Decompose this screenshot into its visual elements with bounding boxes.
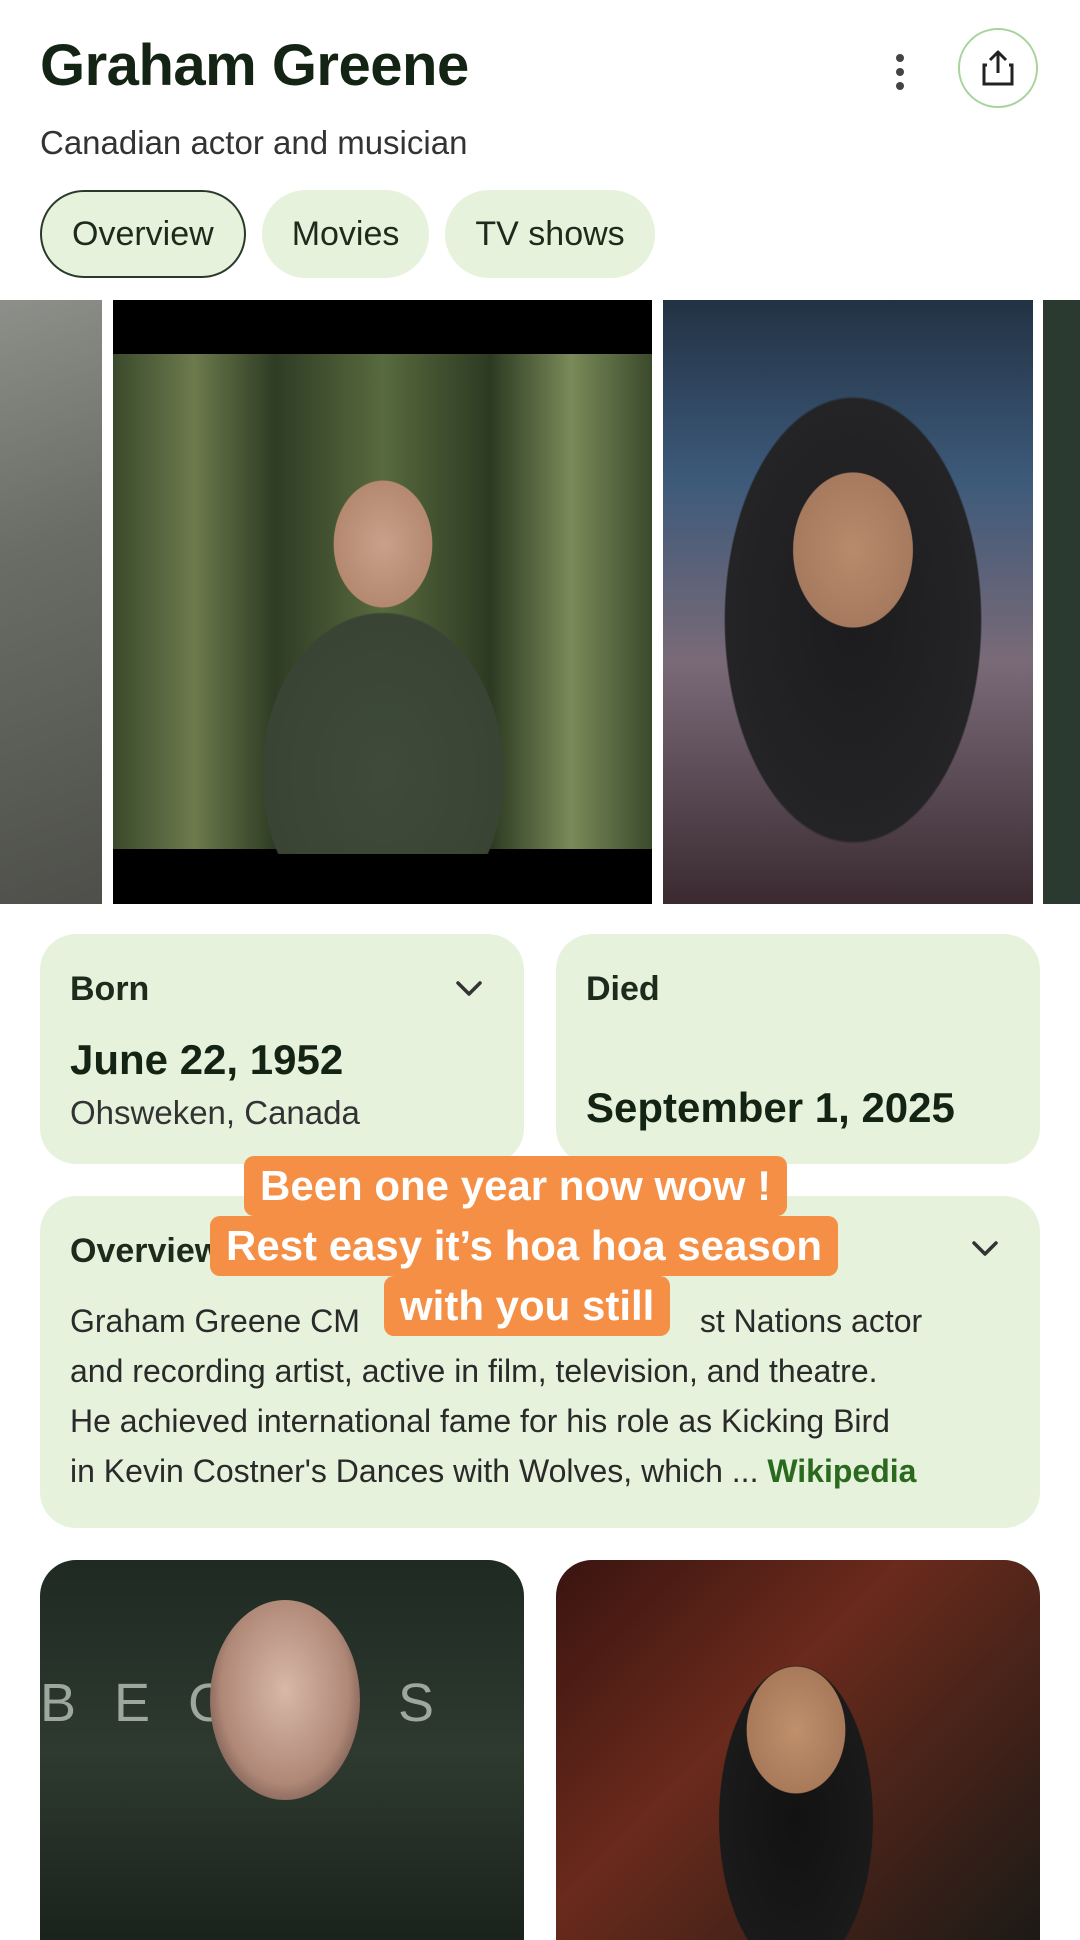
wikipedia-link[interactable]: Wikipedia	[767, 1453, 916, 1489]
tab-movies[interactable]: Movies	[261, 190, 430, 278]
photo-portrait	[703, 320, 1003, 900]
overview-line-4: in Kevin Costner's Dances with Wolves, w…	[70, 1446, 1010, 1496]
died-card[interactable]: Died September 1, 2025	[556, 934, 1040, 1164]
photo-portrait	[706, 1620, 886, 1940]
carousel-image[interactable]	[113, 300, 652, 904]
more-vert-icon-dot	[896, 68, 904, 76]
more-vert-icon-dot	[896, 82, 904, 90]
overview-line-2: and recording artist, active in film, te…	[70, 1353, 878, 1389]
tab-bar: Overview Movies TV shows	[40, 190, 655, 278]
overview-ellipsis: ...	[731, 1453, 759, 1489]
more-vert-icon	[896, 54, 904, 62]
tab-overview[interactable]: Overview	[40, 190, 246, 278]
image-carousel[interactable]	[0, 300, 1080, 904]
born-card[interactable]: Born June 22, 1952 Ohsweken, Canada	[40, 934, 524, 1164]
photo-portrait	[210, 1600, 360, 1800]
born-date: June 22, 1952	[70, 1036, 344, 1083]
carousel-image[interactable]	[663, 300, 1033, 904]
died-label: Died	[586, 970, 660, 1008]
overview-line-4-text: in Kevin Costner's Dances with Wolves, w…	[70, 1453, 723, 1489]
caption-line: Been one year now wow !	[244, 1156, 788, 1216]
overview-line-3: He achieved international fame for his r…	[70, 1403, 890, 1439]
more-options-button[interactable]	[880, 42, 920, 102]
page-subtitle: Canadian actor and musician	[40, 124, 468, 161]
died-date: September 1, 2025	[586, 1084, 955, 1131]
born-label: Born	[70, 970, 150, 1008]
share-icon	[982, 50, 1014, 86]
born-place: Ohsweken, Canada	[70, 1094, 360, 1131]
tab-tv-shows[interactable]: TV shows	[445, 190, 655, 278]
caption-line: with you still	[384, 1276, 671, 1336]
caption-line: Rest easy it’s hoa hoa season	[210, 1216, 839, 1276]
carousel-image[interactable]	[0, 300, 102, 904]
page-title: Graham Greene	[40, 33, 469, 98]
carousel-image[interactable]	[1043, 300, 1080, 904]
chevron-down-icon	[456, 981, 482, 996]
related-image[interactable]	[556, 1560, 1040, 1940]
share-button[interactable]	[958, 28, 1038, 108]
photo-portrait	[263, 414, 503, 854]
related-image[interactable]: BEGINS	[40, 1560, 524, 1940]
photo-forest-background	[113, 354, 652, 854]
video-caption-overlay: Been one year now wow ! Rest easy it’s h…	[0, 1156, 1080, 1346]
